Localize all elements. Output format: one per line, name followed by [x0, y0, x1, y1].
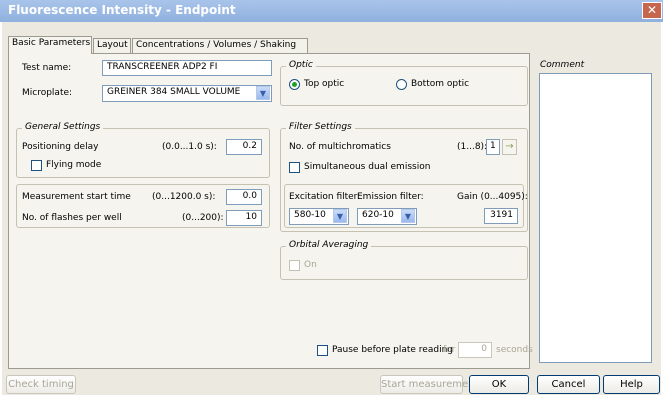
multichromatics-range: (1...8):: [457, 142, 488, 152]
pause-seconds-input[interactable]: 0: [458, 342, 492, 358]
comment-label: Comment: [540, 60, 585, 70]
orbital-averaging-title: Orbital Averaging: [286, 240, 372, 250]
measurement-start-range: (0...1200.0 s):: [152, 192, 216, 202]
tab-basic-parameters[interactable]: Basic Parameters: [8, 36, 92, 54]
multichromatics-input[interactable]: 1: [486, 139, 500, 155]
test-name-label: Test name:: [22, 63, 72, 73]
positioning-delay-input[interactable]: 0.2: [226, 139, 262, 155]
top-optic-label[interactable]: Top optic: [304, 79, 344, 89]
arrow-right-icon[interactable]: →: [502, 139, 517, 155]
orbital-averaging-group: [280, 246, 528, 280]
chevron-down-icon[interactable]: ▼: [401, 209, 415, 223]
filter-settings-title: Filter Settings: [286, 122, 355, 132]
pause-label[interactable]: Pause before plate reading: [332, 345, 453, 355]
measurement-start-input[interactable]: 0.0: [226, 189, 262, 205]
ok-button[interactable]: OK: [469, 375, 529, 394]
flying-mode-checkbox[interactable]: [31, 160, 42, 171]
chevron-down-icon[interactable]: ▼: [256, 86, 270, 100]
help-button[interactable]: Help: [603, 375, 660, 394]
bottom-optic-radio[interactable]: [396, 79, 407, 90]
orbital-on-checkbox[interactable]: [289, 260, 300, 271]
general-settings-title: General Settings: [22, 122, 104, 132]
excitation-filter-label: Excitation filter:: [289, 192, 361, 202]
emission-filter-label: Emission filter:: [357, 192, 424, 202]
optic-group-title: Optic: [286, 60, 316, 70]
close-button[interactable]: ✕: [642, 2, 662, 19]
gain-input[interactable]: 3191: [484, 208, 518, 224]
flashes-input[interactable]: 10: [226, 210, 262, 226]
gain-label: Gain (0...4095):: [457, 192, 528, 202]
multichromatics-label: No. of multichromatics: [289, 142, 391, 152]
top-optic-radio[interactable]: [289, 79, 300, 90]
comment-textarea[interactable]: [539, 73, 652, 363]
tab-concentrations[interactable]: Concentrations / Volumes / Shaking: [132, 38, 308, 53]
tab-layout[interactable]: Layout: [93, 38, 131, 53]
test-name-input[interactable]: TRANSCREENER ADP2 FI: [102, 60, 272, 76]
dual-emission-label[interactable]: Simultaneous dual emission: [304, 162, 430, 172]
pause-seconds-unit: seconds: [496, 345, 533, 355]
positioning-delay-label: Positioning delay: [22, 142, 99, 152]
positioning-delay-range: (0.0...1.0 s):: [162, 142, 217, 152]
flashes-label: No. of flashes per well: [22, 213, 122, 223]
cancel-button[interactable]: Cancel: [537, 375, 600, 394]
microplate-label: Microplate:: [22, 88, 73, 98]
dual-emission-checkbox[interactable]: [289, 162, 300, 173]
orbital-on-label: On: [304, 260, 317, 270]
start-measurement-button[interactable]: Start measurement: [380, 375, 478, 394]
pause-checkbox[interactable]: [317, 345, 328, 356]
window-title: Fluorescence Intensity - Endpoint: [8, 3, 236, 17]
radio-selected-dot: [292, 82, 297, 87]
chevron-down-icon[interactable]: ▼: [333, 209, 347, 223]
flashes-range: (0...200):: [182, 213, 224, 223]
bottom-optic-label[interactable]: Bottom optic: [411, 79, 469, 89]
pause-for-label: for: [443, 345, 456, 355]
measurement-start-label: Measurement start time: [22, 192, 131, 202]
flying-mode-label[interactable]: Flying mode: [46, 160, 101, 170]
check-timing-button[interactable]: Check timing: [6, 375, 76, 394]
microplate-select[interactable]: GREINER 384 SMALL VOLUME: [102, 85, 272, 102]
